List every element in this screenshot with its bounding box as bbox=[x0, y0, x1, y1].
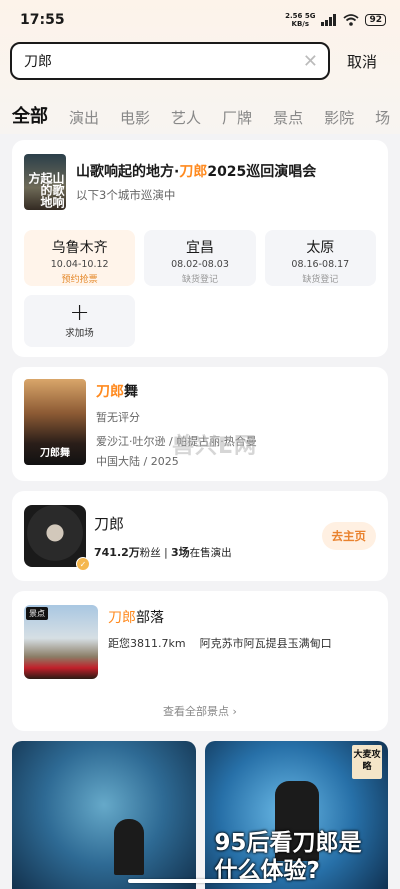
feed-grid: 大麦攻略 95后看刀郎是什么体验? bbox=[12, 741, 388, 889]
go-homepage-button[interactable]: 去主页 bbox=[321, 522, 376, 550]
tab-shows[interactable]: 演出 bbox=[69, 107, 99, 128]
concert-title-box: 山歌响起的地方·刀郎2025巡回演唱会 以下3个城市巡演中 bbox=[76, 161, 316, 203]
tab-cinemas[interactable]: 影院 bbox=[324, 107, 354, 128]
search-row: 刀郎 ✕ 取消 bbox=[0, 40, 400, 80]
concert-card[interactable]: 山歌响起的地方 山歌响起的地方·刀郎2025巡回演唱会 以下3个城市巡演中 乌鲁… bbox=[12, 140, 388, 357]
spot-thumbnail[interactable]: 景点 bbox=[24, 605, 98, 679]
guide-badge: 大麦攻略 bbox=[352, 745, 382, 779]
see-all-spots-link[interactable]: 查看全部景点 › bbox=[24, 703, 376, 719]
concert-header: 山歌响起的地方 山歌响起的地方·刀郎2025巡回演唱会 以下3个城市巡演中 bbox=[24, 154, 376, 210]
tab-spots[interactable]: 景点 bbox=[273, 107, 303, 128]
concert-poster[interactable]: 山歌响起的地方 bbox=[24, 154, 66, 210]
tab-labels[interactable]: 厂牌 bbox=[222, 107, 252, 128]
artist-name[interactable]: 刀郎 bbox=[94, 513, 322, 534]
tab-all[interactable]: 全部 bbox=[12, 102, 48, 128]
show-poster[interactable]: 刀郎舞 bbox=[24, 379, 86, 465]
net-speed: 2.56 5G KB/s bbox=[285, 12, 316, 28]
home-indicator[interactable] bbox=[128, 879, 272, 883]
tab-movies[interactable]: 电影 bbox=[120, 107, 150, 128]
artist-stats: 741.2万粉丝 | 3场在售演出 bbox=[94, 545, 232, 559]
search-query[interactable]: 刀郎 bbox=[24, 51, 303, 71]
spot-tag: 景点 bbox=[26, 607, 48, 620]
spot-info: 刀郎部落 距您3811.7km 阿克苏市阿瓦提县玉满甸口 bbox=[108, 605, 332, 679]
spot-title[interactable]: 刀郎部落 bbox=[108, 607, 332, 627]
avatar[interactable]: ✓ bbox=[24, 505, 90, 571]
status-right: 2.56 5G KB/s 92 bbox=[285, 12, 386, 28]
city-yichang[interactable]: 宜昌 08.02-08.03 缺货登记 bbox=[144, 230, 256, 286]
top-area: 17:55 2.56 5G KB/s 92 刀郎 ✕ 取消 全部 演出 电影 艺… bbox=[0, 0, 400, 134]
spot-row: 景点 刀郎部落 距您3811.7km 阿克苏市阿瓦提县玉满甸口 bbox=[24, 605, 376, 679]
performer-figure bbox=[114, 819, 144, 875]
battery-icon: 92 bbox=[365, 14, 386, 26]
signal-icon bbox=[321, 14, 337, 26]
spot-location: 距您3811.7km 阿克苏市阿瓦提县玉满甸口 bbox=[108, 637, 332, 650]
feed-item-guide[interactable]: 大麦攻略 95后看刀郎是什么体验? bbox=[204, 741, 388, 889]
wifi-icon bbox=[343, 14, 360, 26]
show-title[interactable]: 刀郎舞 bbox=[96, 381, 257, 401]
concert-title[interactable]: 山歌响起的地方·刀郎2025巡回演唱会 bbox=[76, 161, 316, 181]
concert-subtitle: 以下3个城市巡演中 bbox=[76, 188, 176, 202]
tab-artists[interactable]: 艺人 bbox=[171, 107, 201, 128]
show-rating: 暂无评分 bbox=[96, 411, 140, 424]
request-show-button[interactable]: + 求加场 bbox=[24, 295, 135, 347]
city-urumqi[interactable]: 乌鲁木齐 10.04-10.12 预约抢票 bbox=[24, 230, 136, 286]
tab-venues[interactable]: 场 bbox=[375, 107, 390, 128]
city-list: 乌鲁木齐 10.04-10.12 预约抢票 宜昌 08.02-08.03 缺货登… bbox=[24, 230, 376, 286]
status-bar: 17:55 2.56 5G KB/s 92 bbox=[0, 0, 400, 40]
spot-card[interactable]: 景点 刀郎部落 距您3811.7km 阿克苏市阿瓦提县玉满甸口 查看全部景点 › bbox=[12, 591, 388, 731]
artist-info: 刀郎 741.2万粉丝 | 3场在售演出 bbox=[94, 513, 322, 560]
watermark: 兽兴E网 bbox=[172, 434, 258, 459]
verified-icon: ✓ bbox=[76, 557, 90, 571]
city-taiyuan[interactable]: 太原 08.16-08.17 缺货登记 bbox=[264, 230, 376, 286]
artist-card[interactable]: ✓ 刀郎 741.2万粉丝 | 3场在售演出 去主页 bbox=[12, 491, 388, 581]
cancel-button[interactable]: 取消 bbox=[334, 51, 390, 72]
close-icon[interactable]: ✕ bbox=[303, 51, 318, 72]
category-tabs: 全部 演出 电影 艺人 厂牌 景点 影院 场 bbox=[0, 80, 400, 128]
show-card[interactable]: 刀郎舞 刀郎舞 暂无评分 爱沙江·吐尔逊 / 帕提古丽·热合曼 中国大陆 / 2… bbox=[12, 367, 388, 481]
feed-item-concert-photo[interactable] bbox=[12, 741, 196, 889]
search-input[interactable]: 刀郎 ✕ bbox=[10, 42, 330, 80]
status-time: 17:55 bbox=[20, 12, 65, 28]
feed-caption: 95后看刀郎是什么体验? bbox=[214, 830, 362, 884]
plus-icon: + bbox=[69, 298, 90, 326]
